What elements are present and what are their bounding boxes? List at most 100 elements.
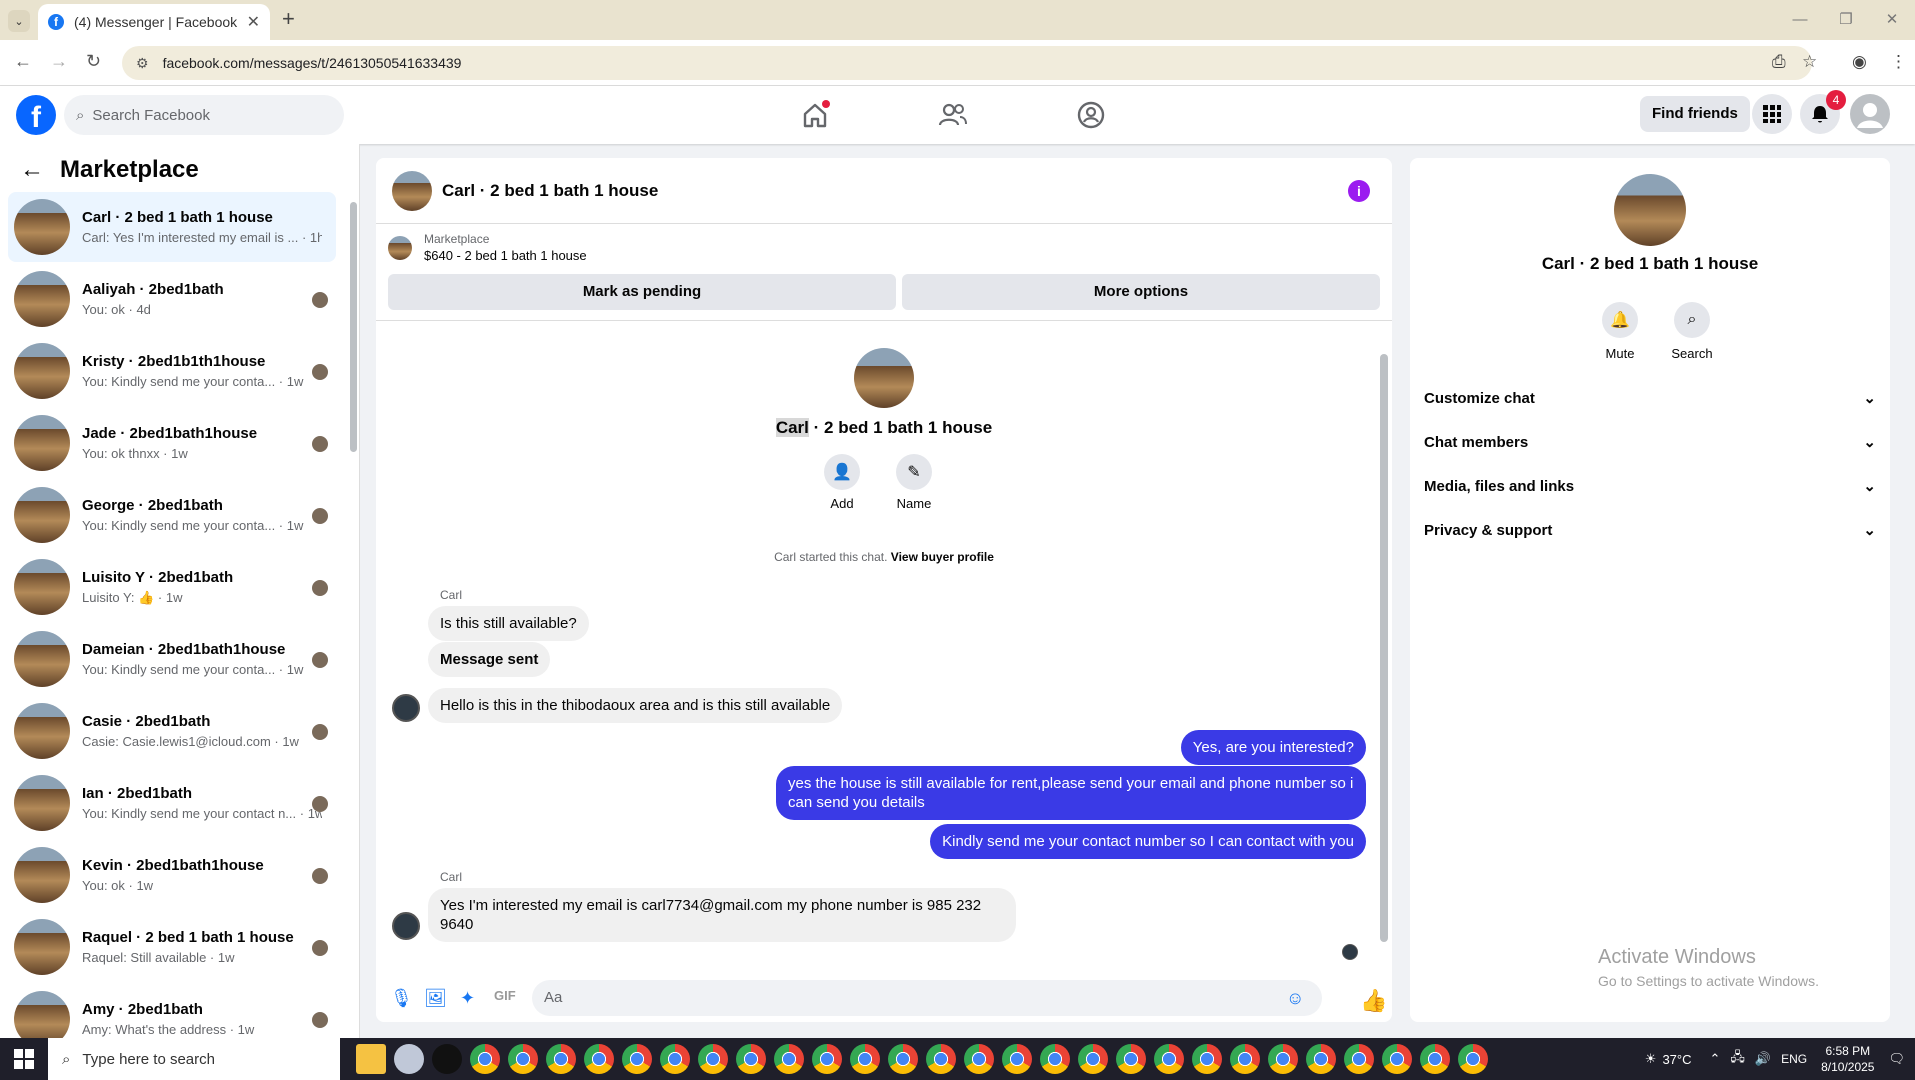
browser-menu-icon[interactable]: ⋮ bbox=[1890, 52, 1907, 72]
conversation-item[interactable]: Raquel · 2 bed 1 bath 1 house Raquel: Sti… bbox=[8, 912, 336, 982]
chrome-taskbar-icon[interactable] bbox=[964, 1044, 994, 1074]
microphone-icon[interactable]: 🎙 bbox=[390, 988, 413, 1009]
new-tab-button[interactable]: + bbox=[282, 6, 295, 32]
media-files-links-item[interactable]: Media, files and links ⌄ bbox=[1424, 468, 1876, 504]
windows-start-button[interactable] bbox=[0, 1038, 48, 1080]
incoming-message[interactable]: Message sent bbox=[428, 642, 551, 677]
listing-summary[interactable]: Marketplace $640 - 2 bed 1 bath 1 house bbox=[388, 232, 587, 263]
facebook-logo[interactable]: f bbox=[16, 95, 56, 135]
chrome-taskbar-icon[interactable] bbox=[1344, 1044, 1374, 1074]
chrome-taskbar-icon[interactable] bbox=[736, 1044, 766, 1074]
temperature[interactable]: 37°C bbox=[1662, 1052, 1691, 1067]
conversation-item[interactable]: Ian · 2bed1bath You: Kindly send me your … bbox=[8, 768, 336, 838]
bookmark-star-icon[interactable]: ☆ bbox=[1802, 52, 1817, 72]
info-profile-photo[interactable] bbox=[1614, 174, 1686, 246]
customize-chat-item[interactable]: Customize chat ⌄ bbox=[1424, 380, 1876, 416]
thumbs-up-icon[interactable]: 👍 bbox=[1360, 988, 1387, 1014]
conversation-item[interactable]: Luisito Y · 2bed1bath Luisito Y: 👍 · 1w bbox=[8, 552, 336, 622]
friends-icon[interactable] bbox=[938, 100, 968, 130]
conversation-item[interactable]: Carl · 2 bed 1 bath 1 house Carl: Yes I'm… bbox=[8, 192, 336, 262]
chrome-taskbar-icon[interactable] bbox=[1458, 1044, 1488, 1074]
add-people-button[interactable]: 👤 Add bbox=[812, 454, 872, 511]
chrome-taskbar-icon[interactable] bbox=[1002, 1044, 1032, 1074]
conversation-item[interactable]: Amy · 2bed1bath Amy: What's the address ·… bbox=[8, 984, 336, 1038]
language-indicator[interactable]: ENG bbox=[1781, 1052, 1807, 1066]
incoming-message[interactable]: Hello is this in the thibodaoux area and… bbox=[428, 688, 843, 723]
conversation-item[interactable]: Dameian · 2bed1bath1house You: Kindly sen… bbox=[8, 624, 336, 694]
chrome-taskbar-icon[interactable] bbox=[812, 1044, 842, 1074]
tab-search-button[interactable]: ⌄ bbox=[8, 10, 30, 32]
chrome-taskbar-icon[interactable] bbox=[1154, 1044, 1184, 1074]
chat-members-item[interactable]: Chat members ⌄ bbox=[1424, 424, 1876, 460]
chrome-taskbar-icon[interactable] bbox=[470, 1044, 500, 1074]
chrome-taskbar-icon[interactable] bbox=[698, 1044, 728, 1074]
minimize-button[interactable]: — bbox=[1777, 0, 1823, 40]
volume-icon[interactable]: 🔊 bbox=[1755, 1051, 1771, 1067]
chrome-taskbar-icon[interactable] bbox=[850, 1044, 880, 1074]
outgoing-message[interactable]: Kindly send me your contact number so I … bbox=[930, 824, 1366, 859]
chrome-taskbar-icon[interactable] bbox=[1230, 1044, 1260, 1074]
chrome-taskbar-icon[interactable] bbox=[1192, 1044, 1222, 1074]
sender-avatar[interactable] bbox=[392, 694, 420, 722]
restore-button[interactable]: ❐ bbox=[1823, 0, 1869, 40]
profile-icon[interactable]: ◉ bbox=[1852, 52, 1867, 72]
chat-thumbnail[interactable] bbox=[392, 170, 432, 211]
address-bar[interactable]: ⚙ facebook.com/messages/t/24613050541633… bbox=[122, 46, 1812, 80]
more-options-button[interactable]: More options bbox=[902, 274, 1380, 310]
close-tab-icon[interactable]: ✕ bbox=[247, 12, 260, 32]
groups-icon[interactable] bbox=[1076, 100, 1106, 130]
back-arrow-icon[interactable]: ← bbox=[20, 156, 44, 184]
close-window-button[interactable]: ✕ bbox=[1869, 0, 1915, 40]
reload-button[interactable]: ↻ bbox=[86, 51, 101, 72]
taskbar-clock[interactable]: 6:58 PM 8/10/2025 bbox=[1821, 1043, 1874, 1075]
facebook-search-input[interactable]: ⌕ Search Facebook bbox=[64, 95, 344, 135]
chrome-taskbar-icon[interactable] bbox=[774, 1044, 804, 1074]
chrome-taskbar-icon[interactable] bbox=[546, 1044, 576, 1074]
browser-tab[interactable]: f (4) Messenger | Facebook ✕ bbox=[38, 4, 270, 40]
forward-button[interactable]: → bbox=[50, 51, 68, 72]
chevron-up-icon[interactable]: ⌃ bbox=[1709, 1051, 1720, 1067]
chrome-taskbar-icon[interactable] bbox=[1420, 1044, 1450, 1074]
search-in-chat-button[interactable]: ⌕ Search bbox=[1662, 302, 1722, 361]
conversation-item[interactable]: Kristy · 2bed1b1th1house You: Kindly send… bbox=[8, 336, 336, 406]
back-button[interactable]: ← bbox=[14, 51, 32, 72]
outgoing-message[interactable]: yes the house is still available for ren… bbox=[776, 766, 1366, 820]
chrome-taskbar-icon[interactable] bbox=[622, 1044, 652, 1074]
sidebar-scrollbar[interactable] bbox=[350, 202, 357, 452]
chrome-taskbar-icon[interactable] bbox=[888, 1044, 918, 1074]
emoji-icon[interactable]: ☺ bbox=[1286, 988, 1304, 1009]
chrome-taskbar-icon[interactable] bbox=[660, 1044, 690, 1074]
chrome-taskbar-icon[interactable] bbox=[926, 1044, 956, 1074]
gif-icon[interactable]: GIF bbox=[494, 988, 516, 1003]
notification-center-icon[interactable]: 🗨 bbox=[1888, 1051, 1905, 1067]
chat-title[interactable]: Carl · 2 bed 1 bath 1 house bbox=[442, 181, 658, 201]
edit-name-button[interactable]: ✎ Name bbox=[884, 454, 944, 511]
conversation-item[interactable]: Kevin · 2bed1bath1house You: ok · 1w bbox=[8, 840, 336, 910]
message-input[interactable]: Aa bbox=[532, 980, 1322, 1016]
sender-avatar[interactable] bbox=[392, 912, 420, 940]
tiktok-icon[interactable] bbox=[432, 1044, 462, 1074]
chrome-taskbar-icon[interactable] bbox=[1040, 1044, 1070, 1074]
privacy-support-item[interactable]: Privacy & support ⌄ bbox=[1424, 512, 1876, 548]
chrome-taskbar-icon[interactable] bbox=[584, 1044, 614, 1074]
conversation-item[interactable]: George · 2bed1bath You: Kindly send me yo… bbox=[8, 480, 336, 550]
outgoing-message[interactable]: Yes, are you interested? bbox=[1180, 730, 1366, 765]
network-icon[interactable]: 🖧 bbox=[1730, 1048, 1745, 1070]
chrome-taskbar-icon[interactable] bbox=[508, 1044, 538, 1074]
mute-button[interactable]: 🔔 Mute bbox=[1590, 302, 1650, 361]
home-icon[interactable] bbox=[800, 100, 830, 130]
chat-scrollbar[interactable] bbox=[1380, 354, 1388, 942]
chrome-taskbar-icon[interactable] bbox=[1382, 1044, 1412, 1074]
conversation-item[interactable]: Casie · 2bed1bath Casie: Casie.lewis1@icl… bbox=[8, 696, 336, 766]
profile-photo[interactable] bbox=[854, 348, 914, 408]
mark-as-pending-button[interactable]: Mark as pending bbox=[388, 274, 896, 310]
photo-icon[interactable]: 🖼 bbox=[424, 988, 447, 1009]
chrome-taskbar-icon[interactable] bbox=[1116, 1044, 1146, 1074]
incoming-message[interactable]: Is this still available? bbox=[428, 606, 589, 641]
chrome-taskbar-icon[interactable] bbox=[1268, 1044, 1298, 1074]
file-explorer-icon[interactable] bbox=[356, 1044, 386, 1074]
chrome-taskbar-icon[interactable] bbox=[1306, 1044, 1336, 1074]
app-icon[interactable] bbox=[394, 1044, 424, 1074]
find-friends-button[interactable]: Find friends bbox=[1640, 96, 1750, 132]
view-buyer-profile-link[interactable]: View buyer profile bbox=[891, 550, 994, 564]
